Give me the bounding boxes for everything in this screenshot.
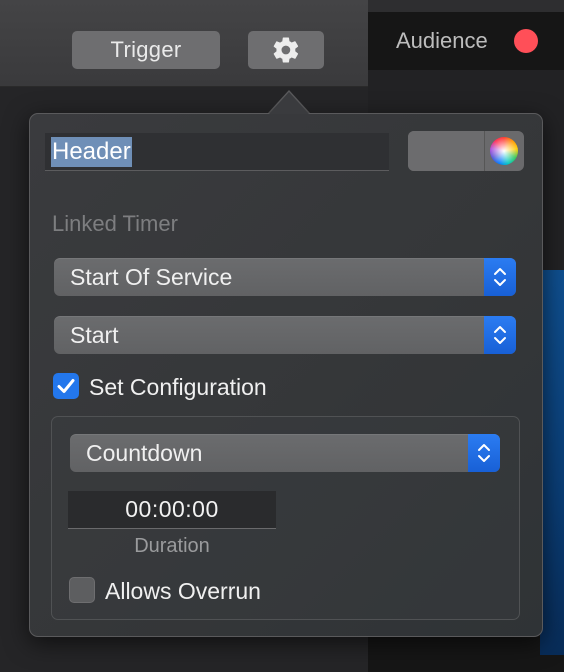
settings-button[interactable] xyxy=(248,31,324,69)
duration-field[interactable]: 00:00:00 xyxy=(68,491,276,529)
chevron-updown-icon xyxy=(484,258,516,296)
allows-overrun-label[interactable]: Allows Overrun xyxy=(105,578,261,605)
header-text-field[interactable]: Header xyxy=(45,133,389,171)
popover-arrow xyxy=(269,92,309,114)
duration-label: Duration xyxy=(134,535,210,557)
timer-mode-select[interactable]: Countdown xyxy=(70,434,500,472)
color-swatch[interactable] xyxy=(408,131,485,171)
checkmark-icon xyxy=(57,379,75,393)
set-configuration-checkbox[interactable] xyxy=(53,373,79,399)
audience-status-indicator[interactable] xyxy=(514,29,538,53)
allows-overrun-checkbox[interactable] xyxy=(69,577,95,603)
set-configuration-label[interactable]: Set Configuration xyxy=(89,374,267,401)
chevron-updown-icon xyxy=(468,434,500,472)
linked-timer-select-value: Start Of Service xyxy=(70,263,233,290)
linked-timer-select[interactable]: Start Of Service xyxy=(54,258,516,296)
chevron-updown-icon xyxy=(484,316,516,354)
header-text-value: Header xyxy=(51,136,132,167)
audience-preview-image xyxy=(540,270,564,655)
audience-label: Audience xyxy=(396,28,488,53)
timer-action-select-value: Start xyxy=(70,321,119,348)
timer-mode-select-value: Countdown xyxy=(86,439,203,466)
timer-action-select[interactable]: Start xyxy=(54,316,516,354)
color-wheel-icon[interactable] xyxy=(490,137,518,165)
linked-timer-label: Linked Timer xyxy=(52,211,178,236)
gear-icon xyxy=(273,37,299,63)
color-well[interactable] xyxy=(408,131,524,171)
trigger-button[interactable]: Trigger xyxy=(72,31,220,69)
